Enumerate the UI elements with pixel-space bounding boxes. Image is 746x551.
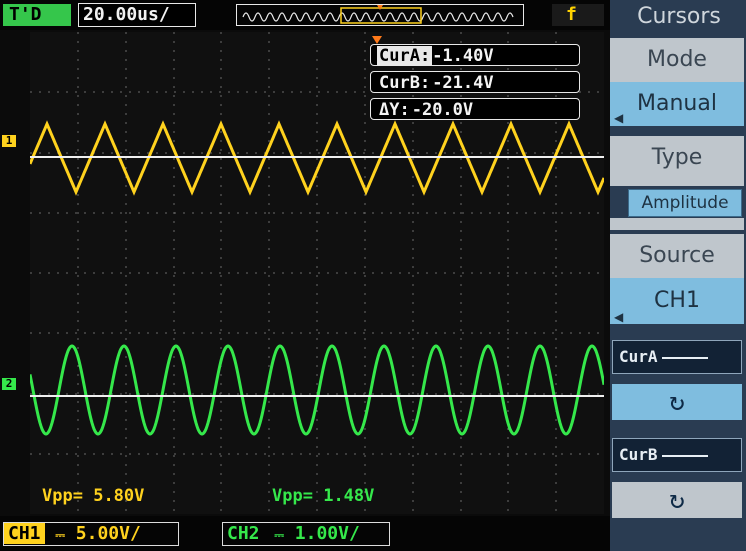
- ch2-vpp-value: 1.48V: [323, 486, 375, 506]
- ch2-scale: 1.00V/: [294, 523, 360, 544]
- source-menu-label[interactable]: Source: [610, 234, 744, 278]
- type-label: Type: [651, 145, 703, 170]
- left-arrow-icon: ◀: [614, 310, 624, 324]
- type-menu-label[interactable]: Type: [610, 136, 744, 186]
- cura-value: -1.40V: [432, 46, 494, 66]
- mode-menu-label[interactable]: Mode: [610, 38, 744, 82]
- ch1-vpp-value: 5.80V: [93, 486, 145, 506]
- menu-title: Cursors: [637, 4, 721, 29]
- curb-value: -21.4V: [432, 73, 494, 93]
- trigger-edge-icon: f: [552, 4, 604, 26]
- ch1-scale-box[interactable]: CH1 ⎓ 5.00V/: [3, 522, 179, 546]
- ch2-marker[interactable]: 2: [2, 378, 16, 390]
- ch1-scale: 5.00V/: [75, 523, 141, 544]
- cura-label: CurA:: [377, 46, 433, 66]
- trigger-position-arrow-icon: [372, 36, 382, 44]
- ch2-vpp-label: Vpp=: [272, 486, 313, 506]
- ch1-marker[interactable]: 1: [2, 135, 16, 147]
- cura-button[interactable]: CurA: [612, 340, 742, 374]
- waveform-overview-icon: [242, 5, 514, 24]
- delta-value: -20.0V: [411, 100, 474, 120]
- ch1-vpp-label: Vpp=: [42, 486, 83, 506]
- source-value: CH1: [654, 288, 700, 313]
- trigger-position-bar: [236, 4, 524, 26]
- cura-readout: CurA: -1.40V: [370, 44, 580, 66]
- cursor-line-icon: [661, 454, 708, 457]
- cursor-line-icon: [661, 356, 708, 359]
- curb-rotate-icon[interactable]: ↻: [612, 482, 742, 518]
- dc-coupling-icon: ⎓: [274, 528, 284, 542]
- ch2-scale-box[interactable]: CH2 ⎓ 1.00V/: [222, 522, 390, 546]
- curb-readout: CurB: -21.4V: [370, 71, 580, 93]
- curb-button[interactable]: CurB: [612, 438, 742, 472]
- delta-label: ΔY:: [379, 100, 410, 120]
- dc-coupling-icon: ⎓: [55, 528, 65, 542]
- curb-label: CurB:: [379, 73, 431, 93]
- cura-rotate-icon[interactable]: ↻: [612, 384, 742, 420]
- type-menu-bottom: [610, 218, 744, 230]
- delta-readout: ΔY: -20.0V: [370, 98, 580, 120]
- left-arrow-icon: ◀: [614, 111, 624, 125]
- trigger-state-badge: T'D: [3, 4, 71, 26]
- ch2-label: CH2: [227, 523, 260, 544]
- cura-button-label: CurA: [619, 347, 658, 366]
- ch1-vpp-measurement: Vpp= 5.80V: [42, 486, 144, 506]
- timebase-readout[interactable]: 20.00us/: [78, 3, 196, 27]
- mode-menu-value[interactable]: ◀ Manual: [610, 82, 744, 126]
- ch2-vpp-measurement: Vpp= 1.48V: [272, 486, 374, 506]
- mode-value: Manual: [637, 91, 717, 116]
- ch1-label: CH1: [4, 523, 45, 544]
- curb-button-label: CurB: [619, 445, 658, 464]
- source-menu-value[interactable]: ◀ CH1: [610, 278, 744, 324]
- type-value[interactable]: Amplitude: [628, 189, 742, 217]
